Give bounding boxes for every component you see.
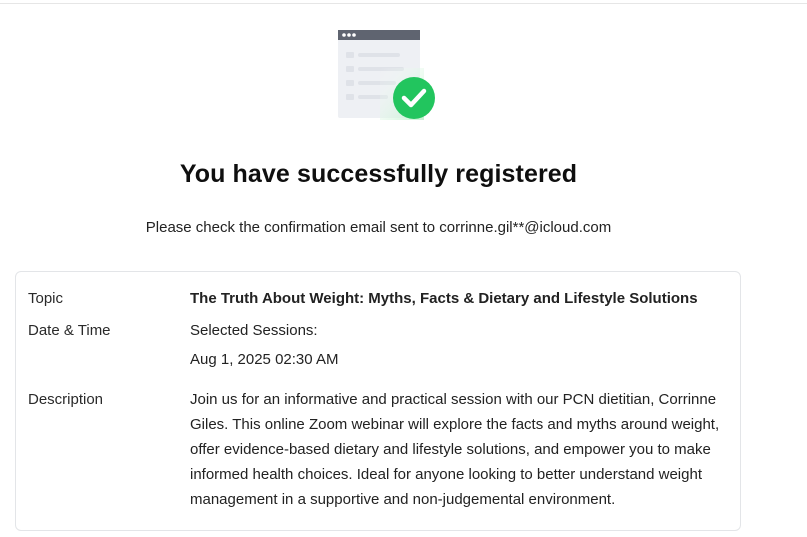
top-divider [0, 3, 807, 4]
session-datetime: Aug 1, 2025 02:30 AM [190, 351, 339, 368]
page-title: You have successfully registered [179, 160, 578, 188]
topic-label: Topic [28, 290, 64, 307]
topic-value: The Truth About Weight: Myths, Facts & D… [190, 290, 698, 307]
registration-details-card: Topic The Truth About Weight: Myths, Fac… [15, 271, 741, 531]
confirmation-email-text: Please check the confirmation email sent… [145, 219, 612, 236]
selected-sessions-label: Selected Sessions: [190, 322, 318, 339]
registration-success-illustration [336, 28, 440, 124]
datetime-label: Date & Time [28, 322, 111, 339]
description-label: Description [28, 391, 104, 408]
browser-window-with-check-icon [338, 30, 435, 120]
description-text: Join us for an informative and practical… [190, 391, 720, 508]
